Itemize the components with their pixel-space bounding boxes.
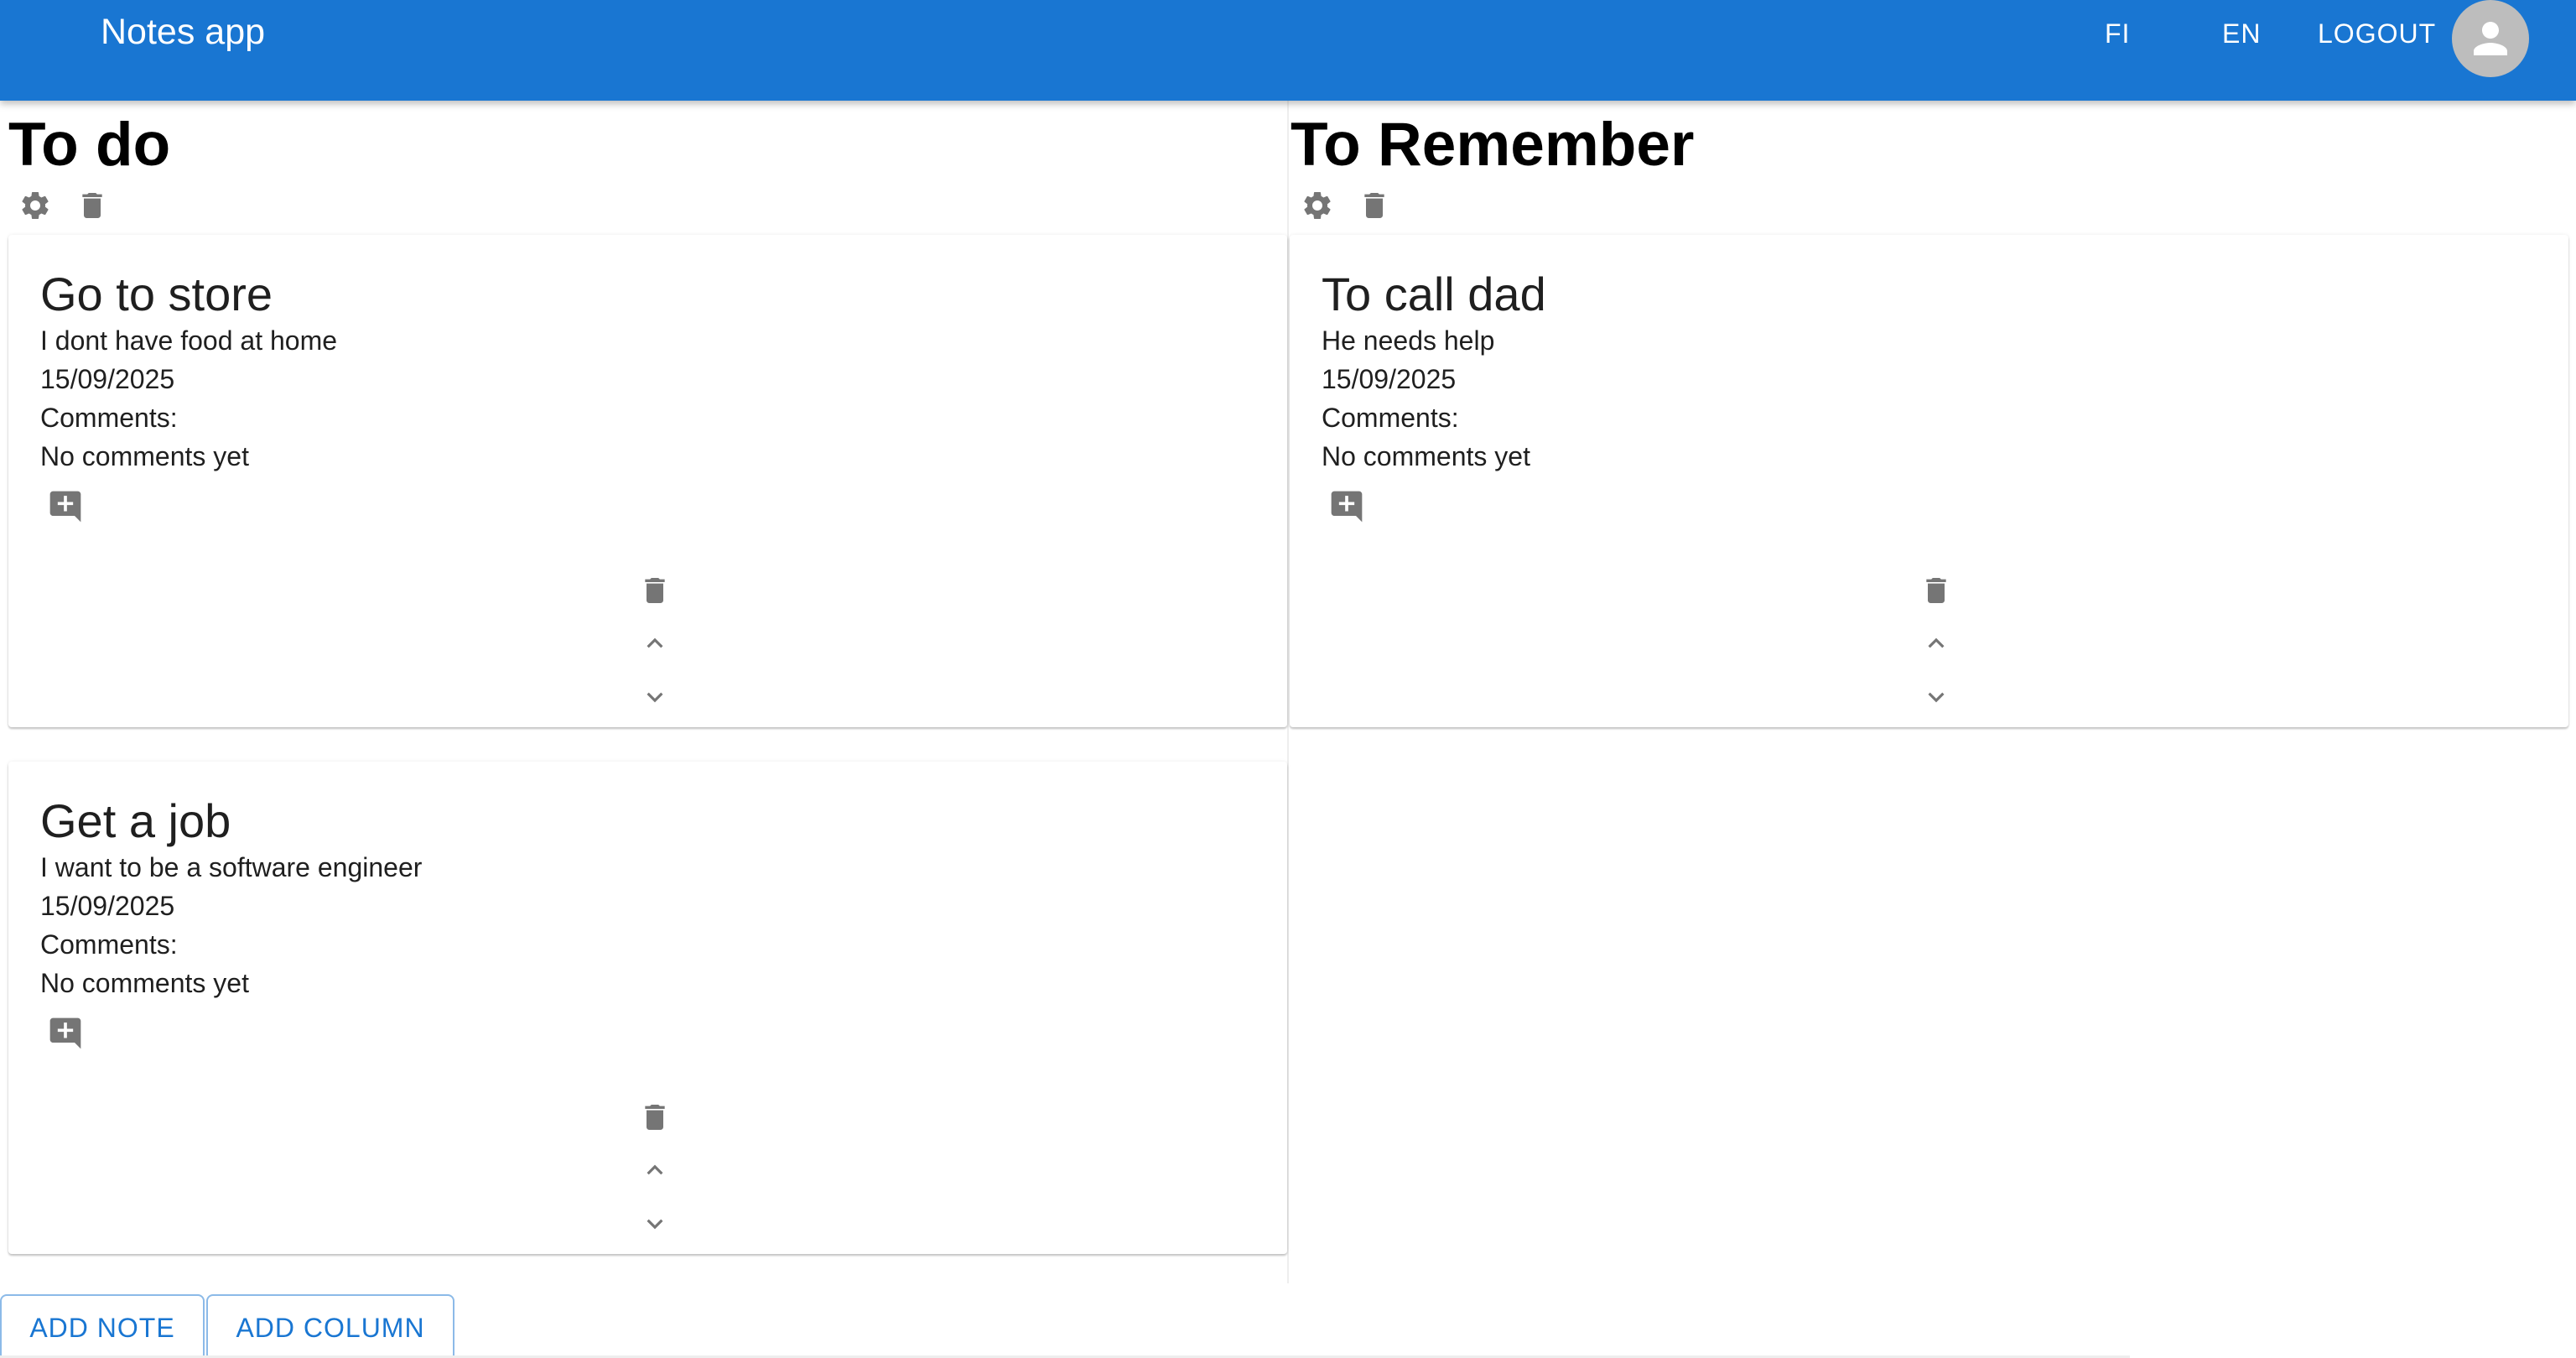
trash-icon (82, 193, 102, 218)
note-card: Go to store I dont have food at home 15/… (8, 235, 1287, 727)
column-actions (18, 189, 1288, 222)
logout-button[interactable]: LOGOUT (2318, 18, 2436, 49)
move-note-up-button[interactable] (1914, 627, 1958, 659)
column-to-remember: To Remember (1289, 101, 2570, 222)
move-note-down-button[interactable] (633, 1208, 677, 1240)
language-en-button[interactable]: EN (2222, 18, 2261, 49)
column-actions (1301, 189, 2570, 222)
column-settings-button[interactable] (18, 189, 52, 222)
note-date: 15/09/2025 (1322, 364, 1457, 394)
add-column-button[interactable]: ADD COLUMN (206, 1294, 454, 1358)
chevron-down-icon (647, 1219, 663, 1230)
chevron-down-icon (1928, 692, 1945, 703)
column-divider (1287, 101, 1289, 1283)
comments-empty-text: No comments yet (40, 441, 249, 471)
add-comment-icon (49, 1017, 81, 1049)
note-date: 15/09/2025 (40, 891, 175, 921)
column-title: To Remember (1291, 111, 1695, 179)
delete-note-button[interactable] (633, 1100, 677, 1134)
add-note-button[interactable]: ADD NOTE (0, 1294, 205, 1358)
column-title: To do (8, 111, 171, 179)
move-note-up-button[interactable] (633, 627, 677, 659)
comments-label: Comments: (40, 929, 178, 960)
add-comment-button[interactable] (1328, 488, 1365, 525)
column-delete-button[interactable] (1358, 189, 1391, 222)
note-title: Go to store (40, 268, 273, 320)
note-card: Get a job I want to be a software engine… (8, 762, 1287, 1254)
move-note-down-button[interactable] (1914, 681, 1958, 713)
add-comment-icon (1331, 491, 1363, 523)
move-note-down-button[interactable] (633, 681, 677, 713)
comments-empty-text: No comments yet (1322, 441, 1530, 471)
app-title: Notes app (101, 12, 266, 52)
app-bar: Notes app FI EN LOGOUT (0, 0, 2576, 101)
comments-label: Comments: (40, 403, 178, 433)
comments-label: Comments: (1322, 403, 1459, 433)
gear-icon (22, 192, 49, 219)
user-avatar[interactable] (2452, 0, 2529, 77)
add-comment-icon (49, 491, 81, 523)
trash-icon (645, 578, 665, 603)
add-comment-button[interactable] (47, 1015, 84, 1052)
note-date: 15/09/2025 (40, 364, 175, 394)
gear-icon (1304, 192, 1331, 219)
column-todo: To do (7, 101, 1288, 222)
delete-note-button[interactable] (633, 574, 677, 607)
add-comment-button[interactable] (47, 488, 84, 525)
comments-empty-text: No comments yet (40, 968, 249, 998)
note-body: I want to be a software engineer (40, 852, 423, 882)
column-delete-button[interactable] (75, 189, 109, 222)
note-title: To call dad (1322, 268, 1546, 320)
delete-note-button[interactable] (1914, 574, 1958, 607)
trash-icon (1364, 193, 1384, 218)
chevron-up-icon (647, 637, 663, 648)
note-card: To call dad He needs help 15/09/2025 Com… (1290, 235, 2568, 727)
note-title: Get a job (40, 794, 231, 847)
chevron-up-icon (1928, 637, 1945, 648)
trash-icon (645, 1105, 665, 1130)
note-body: I dont have food at home (40, 325, 338, 356)
user-avatar-icon (2474, 22, 2507, 55)
column-settings-button[interactable] (1301, 189, 1334, 222)
language-fi-button[interactable]: FI (2105, 18, 2130, 49)
chevron-up-icon (647, 1164, 663, 1175)
move-note-up-button[interactable] (633, 1154, 677, 1186)
note-body: He needs help (1322, 325, 1495, 356)
trash-icon (1926, 578, 1946, 603)
chevron-down-icon (647, 692, 663, 703)
